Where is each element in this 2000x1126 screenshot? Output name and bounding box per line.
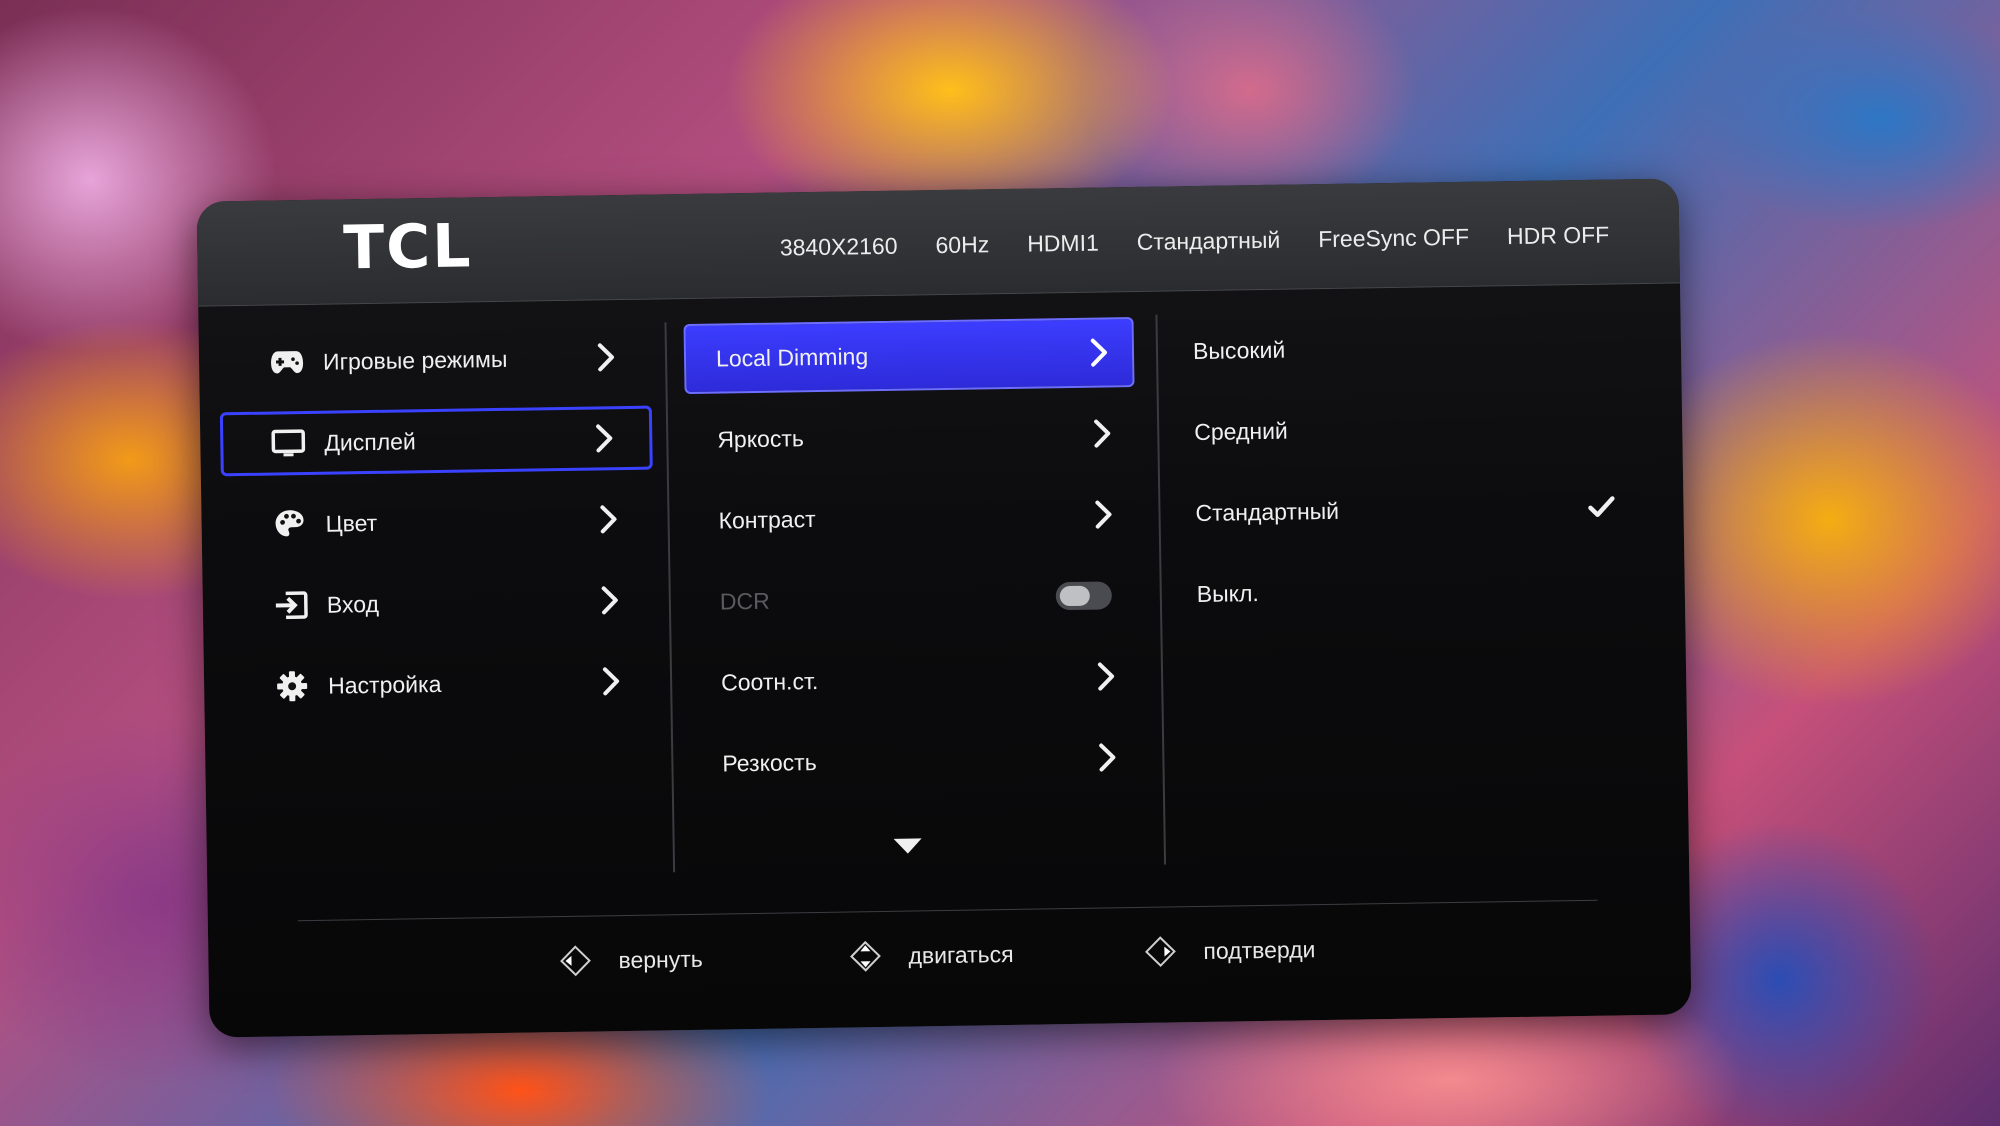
control-hints: вернуть двигаться подтверди <box>208 926 1691 1009</box>
chevron-right-icon <box>602 667 620 696</box>
menu-item-input[interactable]: Вход <box>222 568 655 639</box>
status-resolution: 3840X2160 <box>779 232 898 261</box>
chevron-right-icon <box>1095 500 1112 529</box>
hint-confirm-label: подтверди <box>1203 935 1316 964</box>
monitor-icon <box>270 425 307 462</box>
chevron-right-icon <box>596 424 613 453</box>
submenu-item-label: Соотн.ст. <box>720 667 819 696</box>
menu-item-label: Вход <box>326 590 380 618</box>
local-dimming-options: Высокий Средний Стандартный Выкл. <box>1178 309 1623 640</box>
menu-item-label: Игровые режимы <box>322 345 508 375</box>
palette-icon <box>271 506 308 543</box>
option-label: Стандартный <box>1195 497 1340 526</box>
chevron-right-icon <box>600 505 617 534</box>
option-label: Средний <box>1194 417 1288 445</box>
chevron-right-icon <box>1090 338 1108 367</box>
menu-item-label: Дисплей <box>324 427 416 456</box>
chevron-right-icon <box>1097 662 1115 691</box>
toggle-knob <box>1059 585 1090 607</box>
status-bar: 3840X2160 60Hz HDMI1 Стандартный FreeSyn… <box>780 222 1610 262</box>
chevron-right-icon <box>1099 743 1116 772</box>
input-icon <box>273 587 310 624</box>
submenu-item-label: Резкость <box>722 748 817 776</box>
dpad-up-down-icon <box>850 940 881 972</box>
status-picture-mode: Стандартный <box>1136 226 1281 255</box>
hint-confirm: подтверди <box>1143 932 1316 969</box>
scroll-down-arrow-icon[interactable] <box>892 835 924 856</box>
option-medium[interactable]: Средний <box>1180 390 1621 467</box>
checkmark-icon <box>1588 496 1615 517</box>
status-hdr: HDR OFF <box>1506 221 1610 250</box>
option-label: Высокий <box>1192 336 1286 364</box>
chevron-right-icon <box>1094 419 1111 448</box>
submenu-item-brightness[interactable]: Яркость <box>685 398 1136 475</box>
display-submenu: Local Dimming Яркость Контраст DCR Соотн… <box>683 316 1142 854</box>
footer-divider <box>297 899 1598 922</box>
submenu-item-label: Local Dimming <box>715 342 869 372</box>
column-divider <box>664 322 676 873</box>
submenu-item-label: Яркость <box>717 424 805 453</box>
status-input-source: HDMI1 <box>1026 229 1099 257</box>
gamepad-icon <box>269 344 306 381</box>
menu-item-label: Цвет <box>325 509 378 537</box>
menu-item-display[interactable]: Дисплей <box>219 405 653 477</box>
dpad-right-icon <box>1145 936 1176 968</box>
hint-move-label: двигаться <box>908 940 1014 969</box>
submenu-item-contrast[interactable]: Контраст <box>686 479 1137 556</box>
option-standard[interactable]: Стандартный <box>1181 471 1622 548</box>
hint-move: двигаться <box>848 937 1014 974</box>
submenu-item-dcr: DCR <box>687 560 1138 637</box>
submenu-item-sharpness[interactable]: Резкость <box>690 722 1141 799</box>
option-off[interactable]: Выкл. <box>1182 552 1623 629</box>
submenu-item-label: DCR <box>719 587 770 615</box>
option-high[interactable]: Высокий <box>1178 309 1619 386</box>
gear-icon <box>274 668 311 705</box>
status-freesync: FreeSync OFF <box>1318 223 1470 253</box>
chevron-right-icon <box>601 586 618 615</box>
submenu-item-label: Контраст <box>718 505 816 534</box>
brand-logo: TCL <box>342 211 474 284</box>
submenu-item-aspect-ratio[interactable]: Соотн.ст. <box>689 641 1140 718</box>
osd-header: TCL 3840X2160 60Hz HDMI1 Стандартный Fre… <box>196 178 1680 307</box>
osd-menu-panel: TCL 3840X2160 60Hz HDMI1 Стандартный Fre… <box>196 178 1692 1038</box>
menu-item-color[interactable]: Цвет <box>221 487 654 558</box>
hint-back: вернуть <box>558 942 703 978</box>
dcr-toggle <box>1055 581 1113 611</box>
menu-item-game-modes[interactable]: Игровые режимы <box>219 325 652 396</box>
hint-back-label: вернуть <box>618 945 703 973</box>
menu-item-settings[interactable]: Настройка <box>224 649 657 720</box>
column-divider <box>1155 314 1167 865</box>
status-refresh-rate: 60Hz <box>935 231 990 259</box>
chevron-right-icon <box>597 343 615 372</box>
main-menu: Игровые режимы Дисплей Цвет Вход Настрой… <box>219 325 657 737</box>
submenu-item-local-dimming[interactable]: Local Dimming <box>683 316 1135 395</box>
dpad-left-icon <box>560 945 591 977</box>
option-label: Выкл. <box>1196 579 1260 607</box>
background-photo: TCL 3840X2160 60Hz HDMI1 Стандартный Fre… <box>0 0 2000 1126</box>
menu-item-label: Настройка <box>327 670 442 699</box>
